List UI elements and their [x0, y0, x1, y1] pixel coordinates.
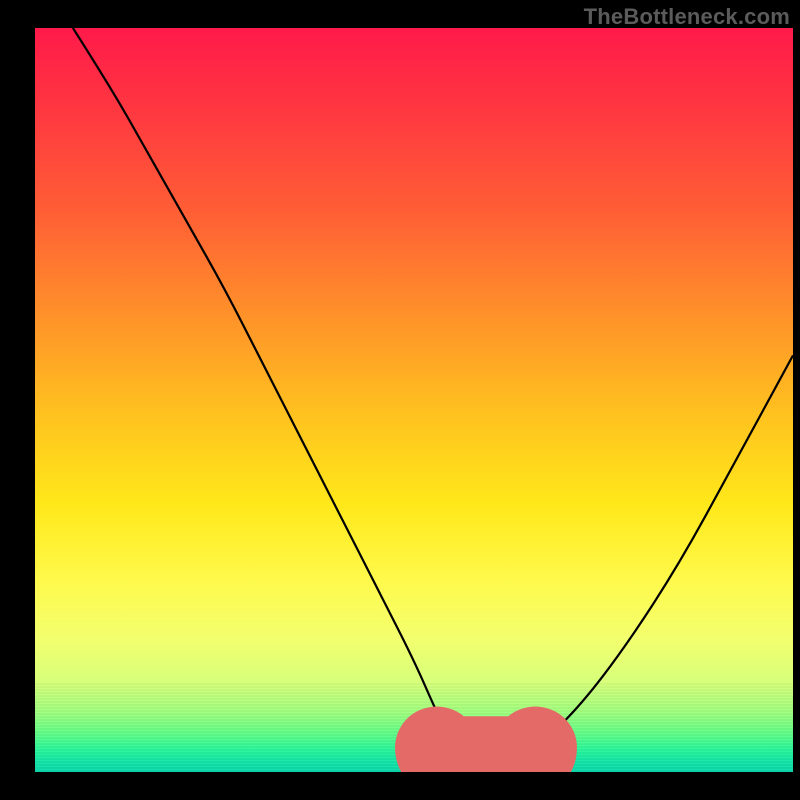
curve-svg: [35, 28, 793, 772]
chart-root: TheBottleneck.com: [0, 0, 800, 800]
plot-area: [35, 28, 793, 772]
valley-marker: [437, 747, 536, 757]
bottleneck-curve: [73, 28, 793, 757]
watermark-text: TheBottleneck.com: [584, 4, 790, 30]
